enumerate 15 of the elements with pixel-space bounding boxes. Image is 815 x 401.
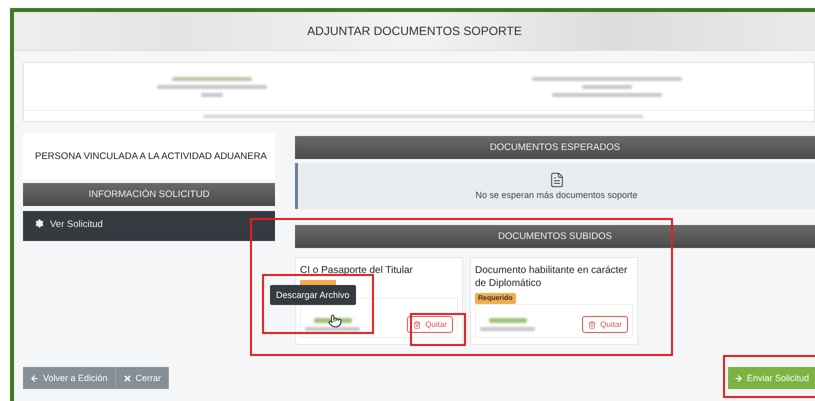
remove-button[interactable]: Quitar xyxy=(407,316,453,333)
document-title: Documento habilitante en carácter de Diplomático xyxy=(475,264,628,290)
tooltip: Descargar Archivo xyxy=(270,285,356,305)
close-button[interactable]: Cerrar xyxy=(116,367,170,389)
document-title: CI o Pasaporte del Titular xyxy=(300,264,414,277)
window-title: ADJUNTAR DOCUMENTOS SOPORTE xyxy=(14,12,815,51)
empty-message: No se esperan más documentos soporte xyxy=(475,190,638,200)
section-header: DOCUMENTOS SUBIDOS xyxy=(295,225,815,248)
section-header: DOCUMENTOS ESPERADOS xyxy=(295,136,815,159)
remove-button[interactable]: Quitar xyxy=(582,316,628,333)
sidebar-item[interactable]: Ver Solicitud xyxy=(23,211,275,241)
section-header: INFORMACIÓN SOLICITUD xyxy=(23,183,275,206)
back-button[interactable]: Volver a Edición xyxy=(23,367,116,389)
submit-button[interactable]: Enviar Solicitud xyxy=(728,367,815,389)
person-type-label: PERSONA VINCULADA A LA ACTIVIDAD ADUANERA xyxy=(23,133,275,179)
